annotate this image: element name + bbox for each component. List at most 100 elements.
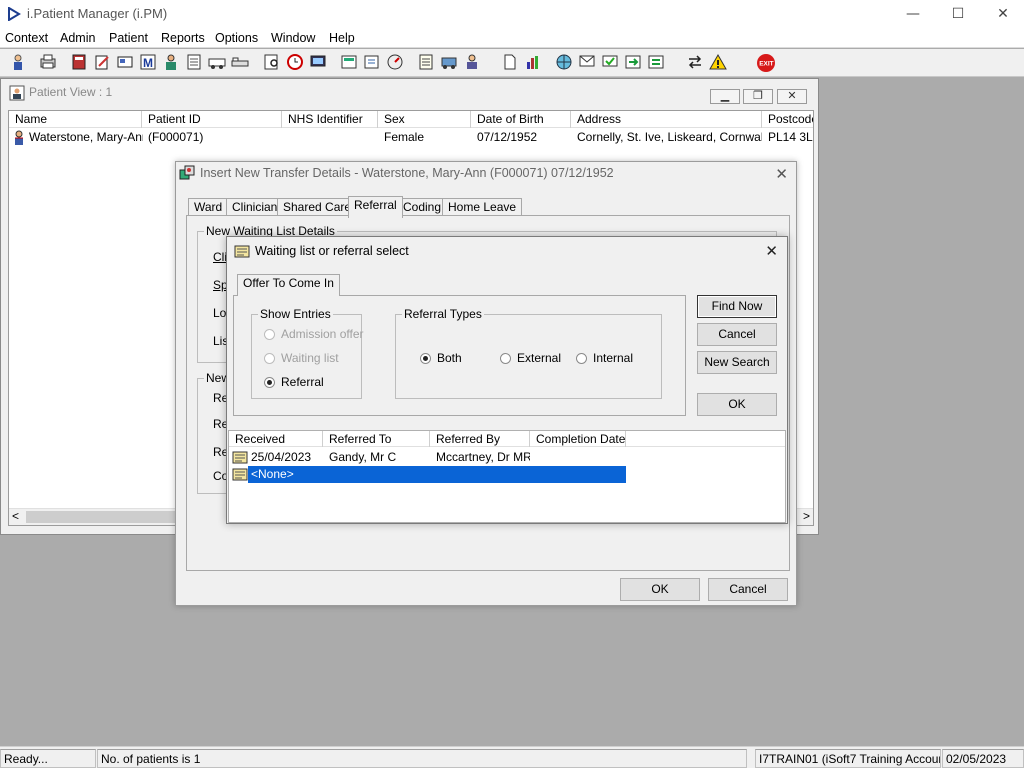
search-patient-icon[interactable] bbox=[262, 52, 282, 73]
external-radio-dot bbox=[500, 353, 511, 364]
waiting-dialog-title: Waiting list or referral select bbox=[255, 244, 409, 258]
column-referred-to[interactable]: Referred To bbox=[323, 431, 430, 447]
letter-m-icon[interactable]: M bbox=[138, 52, 158, 73]
close-button[interactable]: ✕ bbox=[980, 3, 1024, 25]
maximize-button[interactable]: ☐ bbox=[935, 3, 981, 25]
minimize-button[interactable]: — bbox=[890, 3, 936, 25]
waiting-dialog-close-icon[interactable]: ✕ bbox=[765, 242, 778, 260]
column-nhs-identifier[interactable]: NHS Identifier bbox=[282, 111, 378, 128]
column-referred-by[interactable]: Referred By bbox=[430, 431, 530, 447]
referral-list-header: Received Referred To Referred By Complet… bbox=[229, 431, 785, 447]
referral-types-group: Referral Types Both External Internal bbox=[395, 307, 662, 399]
ambulance-icon[interactable] bbox=[207, 52, 227, 73]
app-title: i.Patient Manager (i.PM) bbox=[27, 6, 168, 21]
waiting-ok-button[interactable]: OK bbox=[697, 393, 777, 416]
tab-offer-to-come-in[interactable]: Offer To Come In bbox=[237, 274, 340, 296]
document-icon[interactable] bbox=[500, 52, 520, 73]
clock-icon[interactable] bbox=[285, 52, 305, 73]
referral-received: 25/04/2023 bbox=[251, 450, 312, 464]
transfer-cancel-button[interactable]: Cancel bbox=[708, 578, 788, 601]
patient-view-title: Patient View : 1 bbox=[29, 85, 113, 99]
status-ready: Ready... bbox=[0, 749, 96, 768]
waiting-list-dialog: Waiting list or referral select ✕ Offer … bbox=[226, 236, 788, 524]
clinician-label: Cli bbox=[213, 250, 227, 264]
book-icon[interactable] bbox=[69, 52, 89, 73]
arrows-icon[interactable] bbox=[685, 52, 705, 73]
referral-referred-to: Gandy, Mr C bbox=[329, 450, 397, 464]
new-search-button[interactable]: New Search bbox=[697, 351, 777, 374]
transfer-dialog-icon bbox=[179, 165, 196, 185]
show-entries-group: Show Entries Admission offer Waiting lis… bbox=[251, 307, 363, 399]
menu-context[interactable]: Context bbox=[5, 31, 48, 45]
column-sex[interactable]: Sex bbox=[378, 111, 471, 128]
doctor-icon[interactable] bbox=[161, 52, 181, 73]
warning-icon[interactable] bbox=[708, 52, 728, 73]
external-label: External bbox=[517, 351, 562, 365]
column-name[interactable]: Name bbox=[9, 111, 142, 128]
location-label: Lo bbox=[213, 306, 227, 320]
chart-icon[interactable] bbox=[523, 52, 543, 73]
patient-dob: 07/12/1952 bbox=[477, 130, 538, 144]
check-message-icon[interactable] bbox=[600, 52, 620, 73]
patient-address: Cornelly, St. Ive, Liskeard, Cornwall bbox=[577, 130, 762, 144]
mdi-minimize-button[interactable]: ▁ bbox=[710, 89, 740, 104]
transfer-ok-button[interactable]: OK bbox=[620, 578, 700, 601]
dial-icon[interactable] bbox=[385, 52, 405, 73]
scroll-left-icon[interactable]: < bbox=[12, 509, 19, 523]
notepad-icon[interactable] bbox=[184, 52, 204, 73]
menu-window[interactable]: Window bbox=[271, 31, 315, 45]
menu-help[interactable]: Help bbox=[329, 31, 355, 45]
monitor-icon[interactable] bbox=[308, 52, 328, 73]
user-transfer-icon[interactable] bbox=[462, 52, 482, 73]
referral-row[interactable]: 25/04/2023 Gandy, Mr C Mccartney, Dr MR bbox=[229, 449, 785, 466]
referral-none-selected: <None> bbox=[248, 466, 626, 483]
column-received[interactable]: Received bbox=[229, 431, 323, 447]
menu-patient[interactable]: Patient bbox=[109, 31, 148, 45]
find-now-button[interactable]: Find Now bbox=[697, 295, 777, 318]
transfer-tabs: Ward Clinician Shared Care Referral Codi… bbox=[188, 196, 788, 218]
patient-row[interactable]: Waterstone, Mary-Ann (F000071) Female 07… bbox=[9, 129, 813, 146]
waiting-cancel-button[interactable]: Cancel bbox=[697, 323, 777, 346]
transfer-dialog-close-icon[interactable]: ✕ bbox=[775, 165, 788, 183]
green-arrow-icon[interactable] bbox=[623, 52, 643, 73]
both-label: Both bbox=[437, 351, 462, 365]
message-icon[interactable] bbox=[577, 52, 597, 73]
patient-nhs bbox=[282, 129, 378, 146]
offer-tab-page: Show Entries Admission offer Waiting lis… bbox=[233, 295, 686, 416]
printer-icon[interactable] bbox=[38, 52, 58, 73]
transport-icon[interactable] bbox=[439, 52, 459, 73]
referral-radio-dot bbox=[264, 377, 275, 388]
mdi-close-button[interactable]: ✕ bbox=[777, 89, 807, 104]
tab-referral[interactable]: Referral bbox=[348, 196, 403, 218]
globe-icon[interactable] bbox=[554, 52, 574, 73]
patient-view-titlebar: Patient View : 1 ▁ ❐ ✕ bbox=[2, 80, 817, 104]
column-completion-date[interactable]: Completion Date bbox=[530, 431, 626, 447]
waiting-list-label: Waiting list bbox=[281, 351, 339, 365]
menu-admin[interactable]: Admin bbox=[60, 31, 95, 45]
menu-reports[interactable]: Reports bbox=[161, 31, 205, 45]
menu-options[interactable]: Options bbox=[215, 31, 258, 45]
exit-icon[interactable]: EXIT bbox=[755, 52, 775, 73]
card-icon[interactable] bbox=[115, 52, 135, 73]
scroll-thumb[interactable] bbox=[26, 511, 186, 523]
swap-icon[interactable] bbox=[646, 52, 666, 73]
bed-icon[interactable] bbox=[230, 52, 250, 73]
column-address[interactable]: Address bbox=[571, 111, 762, 128]
column-patient-id[interactable]: Patient ID bbox=[142, 111, 282, 128]
edit-icon[interactable] bbox=[92, 52, 112, 73]
app-logo-icon bbox=[7, 6, 21, 22]
card-file-icon[interactable] bbox=[339, 52, 359, 73]
referral-list: Received Referred To Referred By Complet… bbox=[228, 430, 786, 523]
patient-icon[interactable] bbox=[8, 52, 28, 73]
patient-name: Waterstone, Mary-Ann bbox=[29, 130, 143, 144]
notes-icon[interactable] bbox=[362, 52, 382, 73]
list-icon[interactable] bbox=[416, 52, 436, 73]
referral-row-none[interactable]: <None> bbox=[229, 466, 785, 483]
status-bar: Ready... No. of patients is 1 I7TRAIN01 … bbox=[0, 746, 1024, 768]
scroll-right-icon[interactable]: > bbox=[803, 509, 810, 523]
patient-list-header: Name Patient ID NHS Identifier Sex Date … bbox=[9, 111, 813, 128]
column-postcode[interactable]: Postcode bbox=[762, 111, 813, 128]
status-date: 02/05/2023 bbox=[942, 749, 1024, 768]
mdi-restore-button[interactable]: ❐ bbox=[743, 89, 773, 104]
column-date-of-birth[interactable]: Date of Birth bbox=[471, 111, 571, 128]
